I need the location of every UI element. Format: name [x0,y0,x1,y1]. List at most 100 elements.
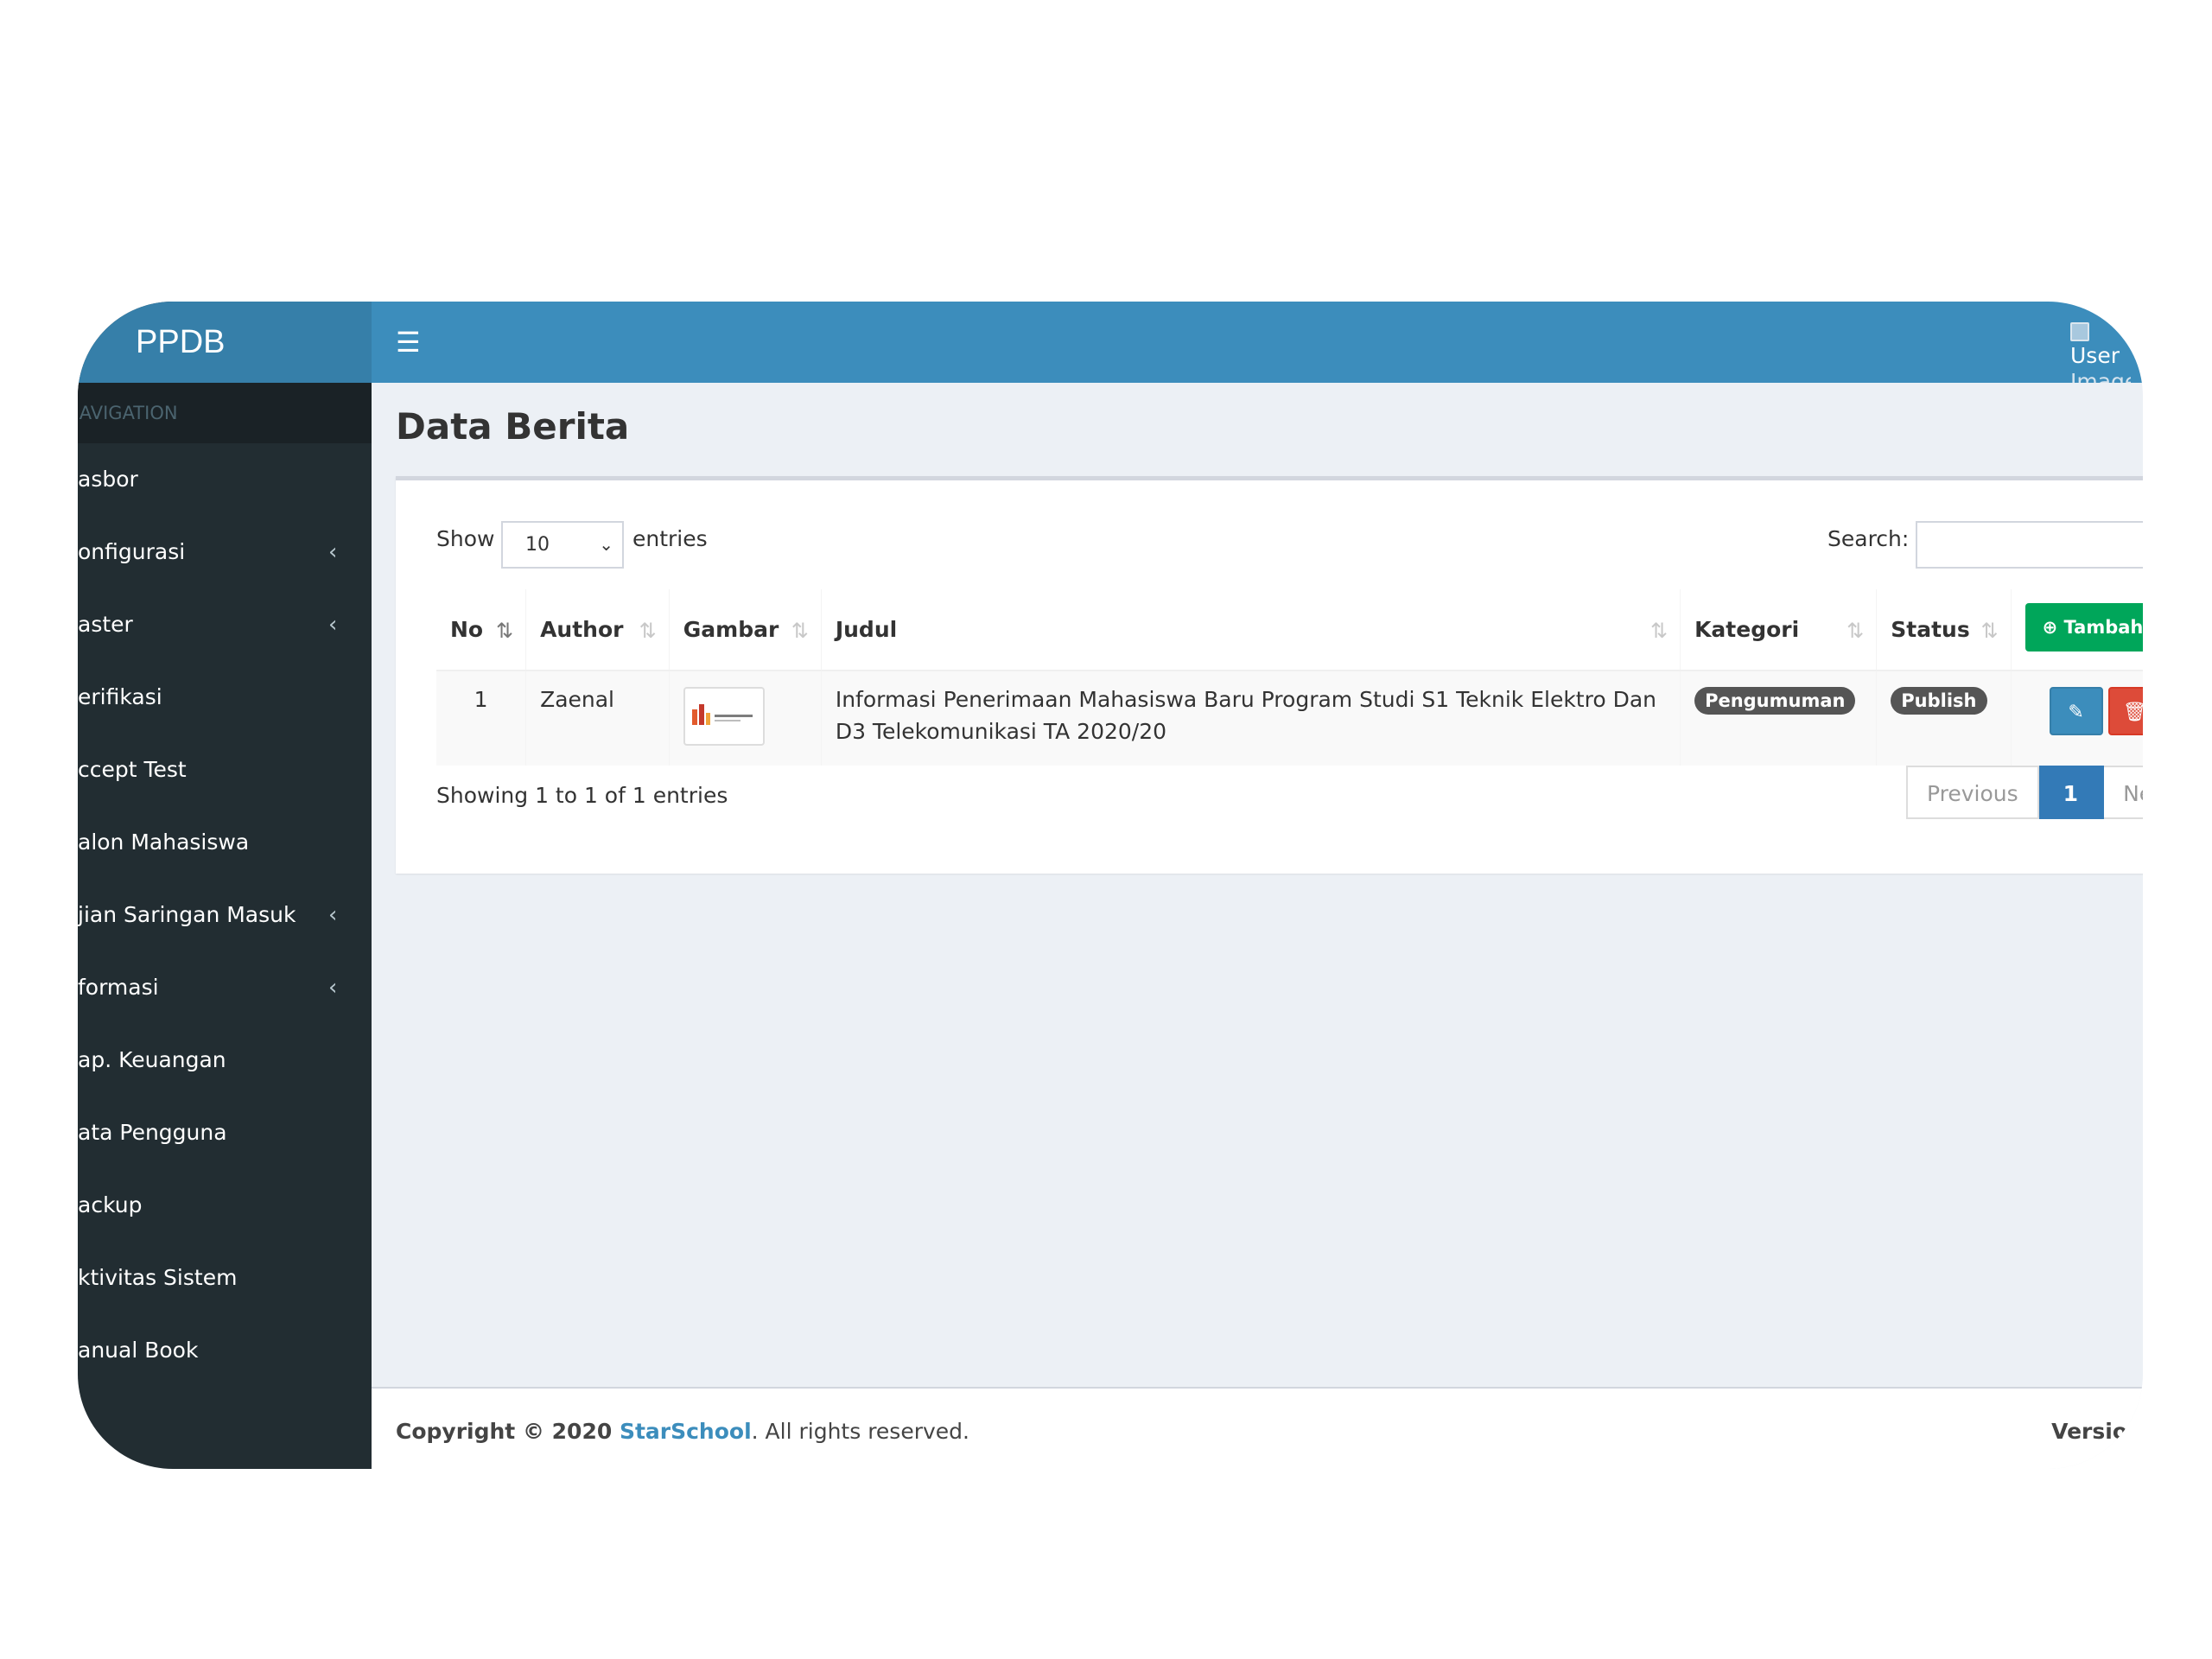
app-window: PPDB NAVIGATION asbor onfigurasi ‹ aster… [78,302,2143,1469]
sidebar-item-label: anual Book [78,1338,199,1363]
column-label: Gambar [683,617,779,642]
sidebar: PPDB NAVIGATION asbor onfigurasi ‹ aster… [78,302,372,1469]
sidebar-item-manual-book[interactable]: anual Book [78,1314,372,1387]
sidebar-item-label: asbor [78,467,138,492]
sidebar-item-ujian-saringan-masuk[interactable]: jian Saringan Masuk ‹ [78,879,372,951]
page-title: Data Berita [396,405,630,448]
column-label: Judul [835,617,898,642]
table-header-row: No ⇅ Author ⇅ Gambar ⇅ Judul ⇅ Kategori … [436,589,2143,671]
cell-author: Zaenal [525,671,670,766]
sidebar-item-label: ackup [78,1192,143,1217]
sidebar-item-backup[interactable]: ackup [78,1169,372,1242]
hamburger-menu-icon[interactable]: ☰ [396,326,421,359]
sidebar-item-label: ktivitas Sistem [78,1265,238,1290]
column-header-status[interactable]: Status ⇅ [1876,589,2012,671]
plus-circle-icon: ⊕ [2042,617,2058,638]
add-button[interactable]: ⊕ Tambah [2024,603,2143,652]
thumbnail-image [691,704,753,725]
column-header-judul[interactable]: Judul ⇅ [820,589,1681,671]
edit-icon: ✎ [2068,702,2084,723]
add-button-label: Tambah [2063,617,2143,638]
chevron-left-icon: ‹ [328,902,338,928]
sort-icon: ⇅ [639,619,657,643]
edit-button[interactable]: ✎ [2049,687,2103,735]
sidebar-item-label: ccept Test [78,757,187,782]
column-header-no[interactable]: No ⇅ [436,589,526,671]
pagination-next[interactable]: Next [2104,766,2143,819]
pagination-page-1[interactable]: 1 [2038,766,2105,819]
sidebar-item-label: onfigurasi [78,539,186,564]
user-image-alt-text: User [2070,343,2120,368]
sidebar-item-calon-mahasiswa[interactable]: alon Mahasiswa [78,806,372,879]
column-header-gambar[interactable]: Gambar ⇅ [668,589,822,671]
sidebar-item-master[interactable]: aster ‹ [78,588,372,661]
copyright-suffix: . All rights reserved. [751,1419,969,1444]
sidebar-item-data-pengguna[interactable]: ata Pengguna [78,1096,372,1169]
cell-status: Publish [1876,671,2012,766]
sort-asc-icon: ⇅ [495,619,514,643]
data-table-box: Show 10 ⌄ entries Search: No ⇅ Author ⇅ … [396,476,2143,874]
berita-table: No ⇅ Author ⇅ Gambar ⇅ Judul ⇅ Kategori … [436,589,2143,766]
nav-header: NAVIGATION [78,383,372,443]
column-header-kategori[interactable]: Kategori ⇅ [1680,589,1877,671]
sidebar-item-lap-keuangan[interactable]: ap. Keuangan [78,1024,372,1096]
top-navbar: ☰ User Image [372,302,2143,383]
sidebar-item-label: ap. Keuangan [78,1047,226,1072]
version-label: Versio [2051,1419,2127,1444]
cell-gambar [668,671,822,766]
sidebar-item-dasbor[interactable]: asbor [78,443,372,516]
sidebar-item-konfigurasi[interactable]: onfigurasi ‹ [78,516,372,588]
footer: Copyright © 2020 StarSchool. All rights … [372,1387,2143,1469]
sidebar-menu: asbor onfigurasi ‹ aster ‹ erifikasi cce… [78,443,372,1387]
column-label: Status [1891,617,1970,642]
cell-no: 1 [436,671,526,766]
sidebar-item-label: jian Saringan Masuk [78,902,296,927]
search-label: Search: [1827,526,1910,551]
cell-actions: ✎ 🗑 [2010,671,2143,766]
sort-icon: ⇅ [1980,619,1999,643]
status-badge: Publish [1891,687,1987,715]
app-logo[interactable]: PPDB [78,302,372,383]
column-header-actions: ⊕ Tambah ⇅ [2010,589,2143,671]
sidebar-item-informasi[interactable]: formasi ‹ [78,951,372,1024]
sidebar-item-verifikasi[interactable]: erifikasi [78,661,372,734]
show-label: Show [436,526,495,551]
column-label: Kategori [1694,617,1800,642]
sort-icon: ⇅ [791,619,809,643]
length-value: 10 [525,534,550,556]
user-image-alt-text: Image [2070,369,2131,383]
content-wrapper: Data Berita Show 10 ⌄ entries Search: No… [372,383,2143,1387]
kategori-badge: Pengumuman [1694,687,1856,715]
sort-icon: ⇅ [1649,619,1669,643]
sidebar-item-label: erifikasi [78,684,162,709]
sidebar-item-aktivitas-sistem[interactable]: ktivitas Sistem [78,1242,372,1314]
sort-icon: ⇅ [1847,619,1865,643]
sidebar-item-label: aster [78,612,133,637]
table-row: 1 Zaenal Informasi Penerimaan Mahasiswa … [436,671,2143,766]
delete-button[interactable]: 🗑 [2107,687,2143,735]
sidebar-item-label: formasi [78,975,159,1000]
news-thumbnail[interactable] [683,687,765,746]
table-info: Showing 1 to 1 of 1 entries [436,783,728,808]
column-label: Author [540,617,624,642]
cell-judul: Informasi Penerimaan Mahasiswa Baru Prog… [820,671,1681,766]
sidebar-item-label: alon Mahasiswa [78,830,250,855]
broken-image-icon [2070,322,2089,341]
pagination: Previous 1 Next [1906,766,2143,819]
column-header-author[interactable]: Author ⇅ [525,589,670,671]
copyright-prefix: Copyright © 2020 [396,1419,620,1444]
chevron-left-icon: ‹ [328,539,338,565]
copyright: Copyright © 2020 StarSchool. All rights … [396,1419,969,1444]
entries-label: entries [632,526,708,551]
chevron-left-icon: ‹ [328,612,338,638]
chevron-left-icon: ‹ [328,975,338,1001]
search-input[interactable] [1916,521,2143,569]
sidebar-item-accept-test[interactable]: ccept Test [78,734,372,806]
brand-link[interactable]: StarSchool [620,1419,752,1444]
chevron-down-icon: ⌄ [599,534,613,555]
trash-icon: 🗑 [2122,702,2143,723]
entries-length-select[interactable]: 10 ⌄ [501,521,624,569]
user-avatar[interactable]: User Image [2070,322,2131,383]
cell-kategori: Pengumuman [1680,671,1877,766]
pagination-previous[interactable]: Previous [1906,766,2039,819]
